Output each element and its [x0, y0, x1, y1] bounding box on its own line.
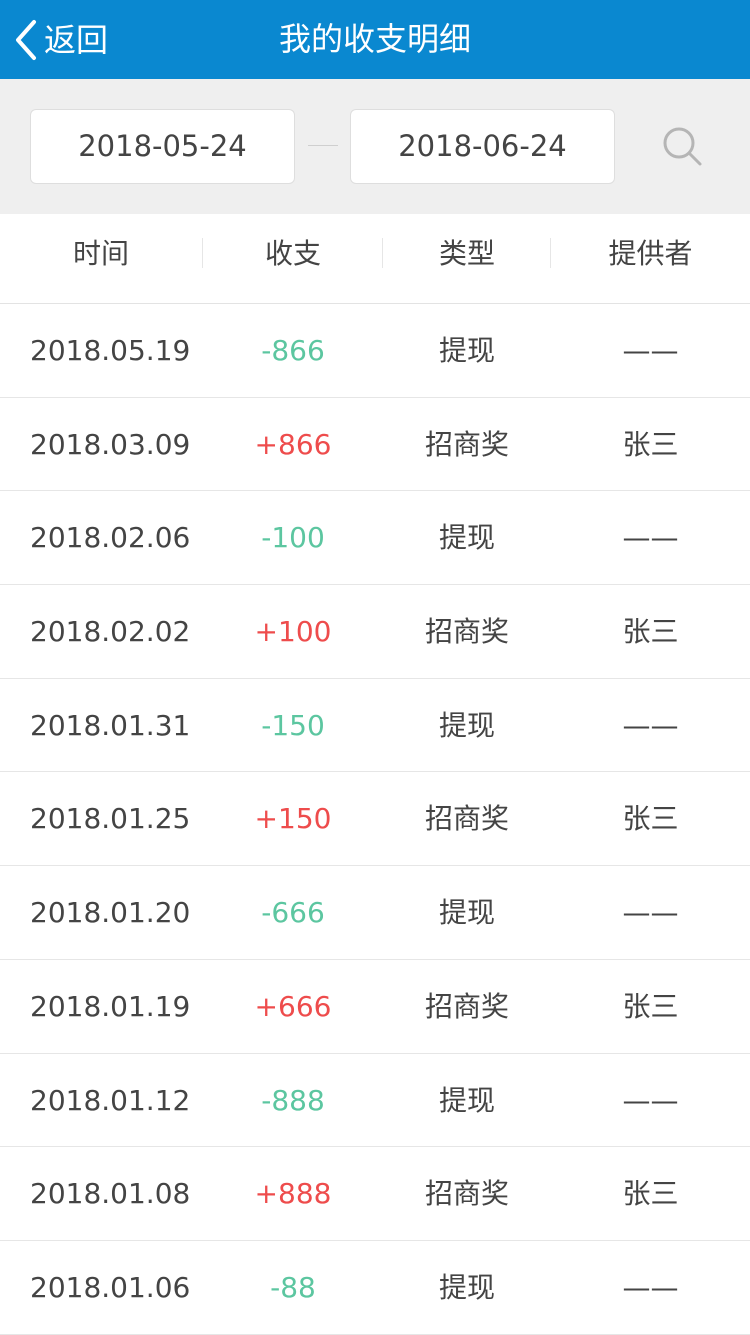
row-amount: +150 — [254, 802, 332, 836]
row-amount: -866 — [261, 334, 325, 367]
column-header-amount: 收支 — [264, 237, 321, 270]
row-type: 招商奖 — [424, 989, 509, 1023]
row-provider: —— — [622, 708, 679, 742]
table-row[interactable]: 2018.02.02 +100 招商奖 张三 — [0, 585, 750, 679]
row-amount: -888 — [261, 1083, 325, 1117]
column-header-type: 类型 — [438, 237, 495, 270]
row-type: 招商奖 — [424, 802, 509, 836]
table-row[interactable]: 2018.02.06 -100 提现 —— — [0, 491, 750, 586]
table-row[interactable]: 2018.01.12 -888 提现 —— — [0, 1054, 750, 1148]
row-amount: +866 — [254, 427, 332, 461]
row-amount: -100 — [261, 521, 325, 555]
row-provider: 张三 — [622, 802, 679, 836]
column-header-time: 时间 — [72, 237, 129, 270]
row-provider: —— — [622, 334, 679, 367]
row-amount: -88 — [270, 1270, 316, 1304]
search-icon[interactable] — [655, 119, 711, 175]
row-provider: —— — [622, 1270, 679, 1304]
row-provider: 张三 — [622, 427, 679, 461]
row-date: 2018.02.06 — [30, 521, 191, 555]
row-date: 2018.01.19 — [30, 989, 191, 1023]
row-provider: 张三 — [622, 1177, 679, 1211]
row-type: 招商奖 — [424, 427, 509, 461]
back-label: 返回 — [44, 21, 109, 59]
row-date: 2018.01.08 — [30, 1177, 191, 1211]
table-row[interactable]: 2018.01.19 +666 招商奖 张三 — [0, 960, 750, 1054]
row-date: 2018.01.12 — [30, 1083, 191, 1117]
row-amount: +100 — [254, 615, 332, 649]
end-date-field[interactable]: 2018-06-24 — [350, 109, 615, 184]
table-row[interactable]: 2018.01.25 +150 招商奖 张三 — [0, 772, 750, 867]
row-type: 提现 — [438, 334, 495, 367]
row-date: 2018.02.02 — [30, 615, 191, 649]
row-provider: —— — [622, 896, 679, 930]
row-type: 招商奖 — [424, 615, 509, 649]
row-provider: —— — [622, 1083, 679, 1117]
page-title: 我的收支明细 — [278, 20, 471, 58]
row-type: 提现 — [438, 1270, 495, 1304]
start-date-field[interactable]: 2018-05-24 — [30, 109, 295, 184]
table-row[interactable]: 2018.01.31 -150 提现 —— — [0, 679, 750, 773]
column-header-provider: 提供者 — [608, 237, 693, 270]
row-type: 提现 — [438, 1083, 495, 1117]
chevron-left-icon — [16, 20, 36, 60]
row-provider: 张三 — [622, 989, 679, 1023]
row-type: 提现 — [438, 521, 495, 555]
row-date: 2018.05.19 — [30, 334, 191, 367]
date-range-separator — [308, 145, 338, 146]
table-row[interactable]: 2018.01.06 -88 提现 —— — [0, 1241, 750, 1335]
row-type: 提现 — [438, 896, 495, 930]
table-row[interactable]: 2018.01.20 -666 提现 —— — [0, 866, 750, 960]
row-type: 提现 — [438, 708, 495, 742]
row-amount: +666 — [254, 989, 332, 1023]
top-bar: 返回 我的收支明细 — [0, 0, 750, 79]
back-button[interactable]: 返回 — [12, 18, 108, 62]
row-amount: -666 — [261, 896, 325, 930]
row-date: 2018.01.20 — [30, 896, 191, 930]
row-provider: —— — [622, 521, 679, 555]
row-date: 2018.01.31 — [30, 708, 191, 742]
row-date: 2018.01.25 — [30, 802, 191, 836]
row-type: 招商奖 — [424, 1177, 509, 1211]
table-row[interactable]: 2018.01.08 +888 招商奖 张三 — [0, 1147, 750, 1241]
row-amount: +888 — [254, 1177, 332, 1211]
row-amount: -150 — [261, 708, 325, 742]
table-row[interactable]: 2018.05.19 -866 提现 —— — [0, 304, 750, 398]
table-header: 时间 收支 类型 提供者 — [0, 214, 750, 304]
row-date: 2018.03.09 — [30, 427, 191, 461]
table-row[interactable]: 2018.03.09 +866 招商奖 张三 — [0, 398, 750, 492]
date-filter-bar: 2018-05-24 2018-06-24 — [0, 79, 750, 214]
row-provider: 张三 — [622, 615, 679, 649]
row-date: 2018.01.06 — [30, 1270, 191, 1304]
transaction-list: 2018.05.19 -866 提现 —— 2018.03.09 +866 招商奖 张三 201… — [0, 304, 750, 1335]
